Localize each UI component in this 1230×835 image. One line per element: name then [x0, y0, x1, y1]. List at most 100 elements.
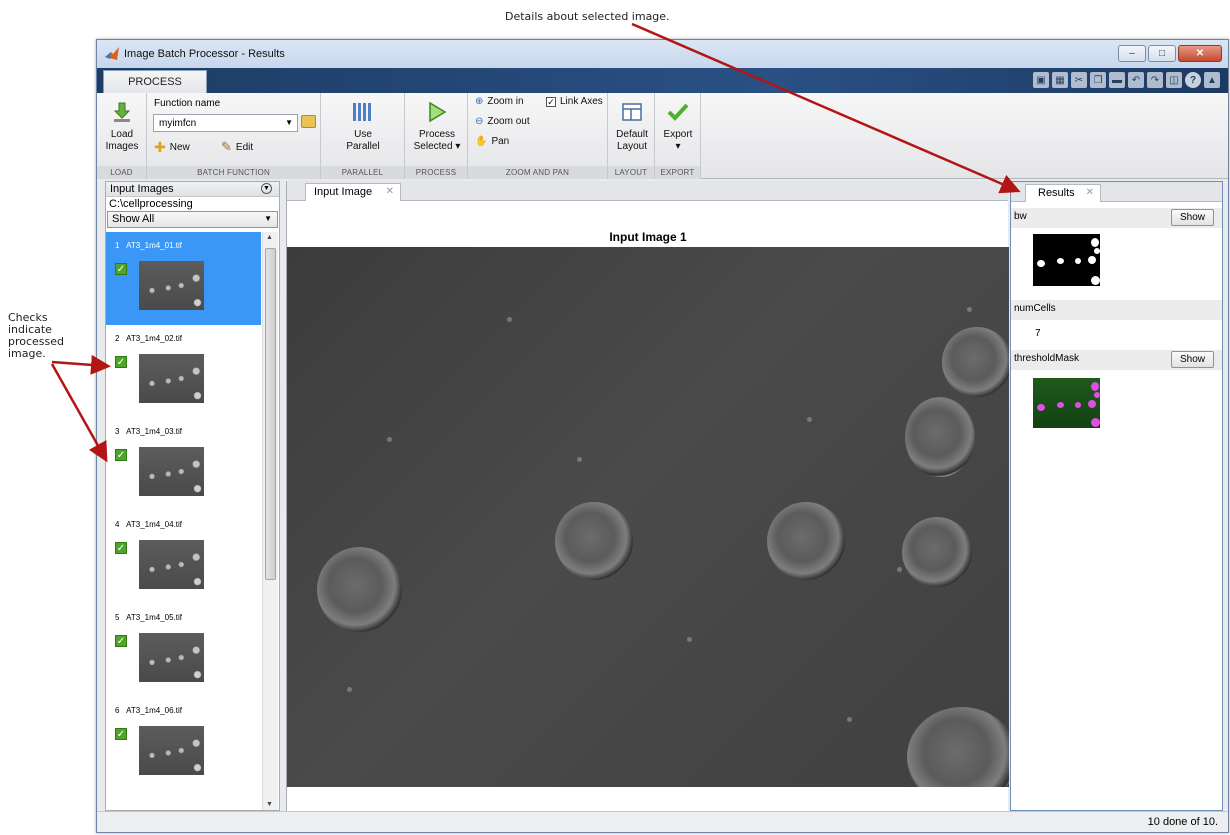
close-tab-icon[interactable]: ✕: [1086, 187, 1094, 198]
zoom-in-button[interactable]: ⊕ Zoom in: [475, 96, 524, 107]
collapse-ribbon-icon[interactable]: ▲: [1204, 72, 1220, 88]
window-icon[interactable]: ◫: [1166, 72, 1182, 88]
process-selected-button[interactable]: Process Selected ▾: [409, 99, 465, 153]
group-label: ZOOM AND PAN: [468, 166, 607, 179]
close-button[interactable]: ✕: [1178, 45, 1222, 62]
cell: [942, 327, 1009, 397]
layout-icon[interactable]: ▣: [1033, 72, 1049, 88]
scrollbar-thumb[interactable]: [265, 248, 276, 580]
cell: [905, 397, 975, 477]
thumbnail-item[interactable]: 3 AT3_1m4_03.tif ✓: [106, 418, 261, 511]
use-parallel-button[interactable]: Use Parallel: [343, 99, 383, 153]
blob: [1091, 382, 1099, 391]
title-bar: Image Batch Processor - Results – □ ✕: [97, 40, 1228, 68]
tab-results[interactable]: Results ✕: [1025, 184, 1101, 202]
function-name-combo[interactable]: myimfcn ▼: [153, 114, 298, 132]
processed-check-icon: ✓: [115, 263, 127, 275]
pan-label: Pan: [491, 136, 510, 147]
group-label: BATCH FUNCTION: [147, 166, 320, 179]
chevron-down-icon: ▼: [264, 214, 272, 223]
zoom-in-icon: ⊕: [475, 96, 484, 107]
load-line1: Load: [110, 129, 134, 140]
group-label: PROCESS: [405, 166, 467, 179]
redo-icon[interactable]: ↷: [1147, 72, 1163, 88]
thumbnail-item[interactable]: 4 AT3_1m4_04.tif ✓: [106, 511, 261, 604]
image-title: Input Image 1: [609, 230, 687, 244]
link-axes-checkbox[interactable]: ✓ Link Axes: [546, 96, 603, 107]
paste-icon[interactable]: ▬: [1109, 72, 1125, 88]
tab-input-image[interactable]: Input Image ✕: [305, 183, 401, 201]
edit-pencil-icon: ✎: [221, 139, 232, 154]
blob: [1091, 238, 1099, 247]
speck: [387, 437, 392, 442]
tab-input-image-label: Input Image: [314, 186, 373, 198]
cut-icon[interactable]: ✂: [1071, 72, 1087, 88]
blob: [1057, 258, 1064, 264]
speck: [807, 417, 812, 422]
bw-mask-thumbnail[interactable]: [1033, 234, 1100, 286]
thumbnail-label: 4 AT3_1m4_04.tif: [115, 520, 183, 529]
cell: [902, 517, 972, 587]
show-bw-button[interactable]: Show: [1171, 209, 1214, 226]
folder-path: C:\cellprocessing: [109, 198, 193, 210]
edit-function-button[interactable]: ✎ Edit: [221, 139, 253, 155]
quick-access-toolbar: ▣ ▦ ✂ ❐ ▬ ↶ ↷ ◫ ? ▲: [1033, 72, 1220, 88]
thumbnail-scrollbar[interactable]: ▲ ▼: [262, 232, 278, 810]
thumbnail-image: [139, 633, 204, 682]
folder-icon[interactable]: [301, 115, 316, 128]
parallel-line2: Parallel: [346, 141, 380, 152]
load-line2: Images: [105, 141, 139, 152]
blob: [1091, 418, 1100, 427]
zoom-out-button[interactable]: ⊖ Zoom out: [475, 116, 530, 127]
save-icon[interactable]: ▦: [1052, 72, 1068, 88]
window-controls: – □ ✕: [1118, 45, 1222, 62]
app-window: Image Batch Processor - Results – □ ✕ PR…: [96, 39, 1229, 833]
layout-line2: Layout: [616, 141, 648, 152]
panel-menu-icon[interactable]: ▼: [261, 183, 272, 194]
new-function-button[interactable]: ✚ New: [154, 139, 190, 156]
process-line1: Process: [418, 129, 456, 140]
blob: [1075, 258, 1081, 264]
thumbnail-item[interactable]: 5 AT3_1m4_05.tif ✓: [106, 604, 261, 697]
scroll-up-icon[interactable]: ▲: [266, 234, 273, 241]
threshold-mask-thumbnail[interactable]: [1033, 378, 1100, 428]
group-label: LAYOUT: [608, 166, 654, 179]
show-filter-dropdown[interactable]: Show All ▼: [107, 211, 278, 228]
input-image-panel: Input Image ✕ Input Image 1: [286, 181, 1009, 811]
pan-button[interactable]: ✋ Pan: [475, 136, 509, 147]
close-tab-icon[interactable]: ✕: [386, 186, 394, 197]
thumbnail-item[interactable]: 6 AT3_1m4_06.tif ✓: [106, 697, 261, 790]
minimize-button[interactable]: –: [1118, 45, 1146, 62]
matlab-logo-icon: [105, 47, 119, 60]
scroll-down-icon[interactable]: ▼: [266, 801, 273, 808]
zoom-out-icon: ⊖: [475, 116, 484, 127]
thumbnail-label: 6 AT3_1m4_06.tif: [115, 706, 183, 715]
group-batch-function: Function name myimfcn ▼ ✚ New ✎ Edit BAT…: [147, 93, 321, 179]
input-images-panel: Input Images ▼ C:\cellprocessing Show Al…: [105, 181, 280, 811]
tab-process[interactable]: PROCESS: [103, 70, 207, 93]
maximize-button[interactable]: □: [1148, 45, 1176, 62]
cell: [555, 502, 633, 580]
export-button[interactable]: Export ▾: [659, 99, 697, 153]
thumbnail-image: [139, 540, 204, 589]
hand-icon: ✋: [475, 136, 488, 147]
result-bw-label: bw: [1014, 211, 1027, 222]
undo-icon[interactable]: ↶: [1128, 72, 1144, 88]
microscopy-image[interactable]: [287, 247, 1009, 787]
cell: [907, 707, 1009, 787]
group-label: EXPORT: [655, 166, 700, 179]
show-threshold-button[interactable]: Show: [1171, 351, 1214, 368]
load-images-button[interactable]: Load Images: [103, 99, 141, 153]
thumbnail-item[interactable]: 2 AT3_1m4_02.tif ✓: [106, 325, 261, 418]
thumbnail-label: 1 AT3_1m4_01.tif: [115, 241, 183, 250]
chevron-down-icon[interactable]: ▼: [285, 118, 293, 127]
thumbnail-item[interactable]: 1 AT3_1m4_01.tif ✓: [106, 232, 261, 325]
edit-label: Edit: [235, 141, 254, 153]
input-images-title: Input Images: [110, 183, 174, 195]
speck: [967, 307, 972, 312]
copy-icon[interactable]: ❐: [1090, 72, 1106, 88]
help-icon[interactable]: ?: [1185, 72, 1201, 88]
annotation-details: Details about selected image.: [505, 10, 670, 23]
default-layout-button[interactable]: Default Layout: [612, 99, 652, 153]
annotation-checks: Checks indicate processed image.: [8, 312, 88, 360]
